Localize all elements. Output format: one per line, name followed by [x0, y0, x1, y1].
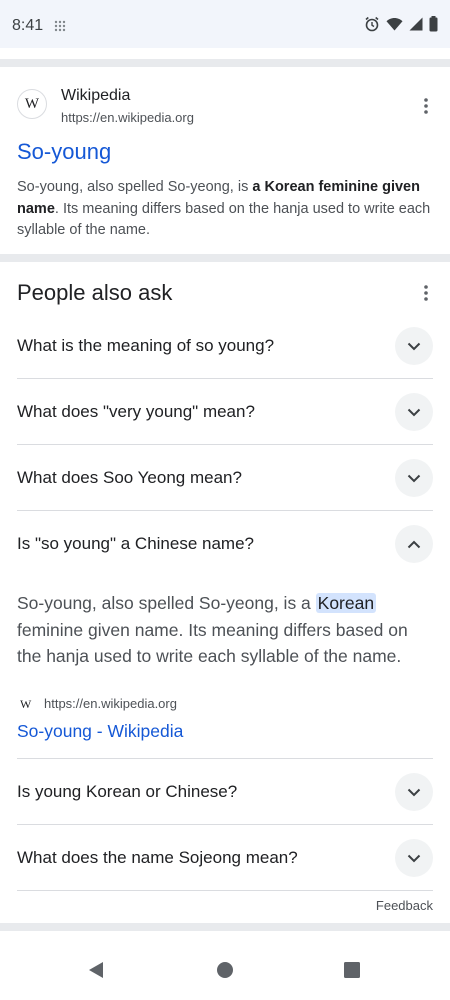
feedback-link[interactable]: Feedback [376, 898, 433, 913]
snippet-text: So-young, also spelled So-yeong, is [17, 179, 253, 195]
collapse-button[interactable] [395, 525, 433, 563]
source-url[interactable]: https://en.wikipedia.org [44, 696, 177, 711]
chevron-down-icon [407, 788, 421, 796]
status-bar: 8:41 [0, 0, 450, 48]
expand-button[interactable] [395, 773, 433, 811]
navigation-bar [0, 940, 450, 1000]
recents-square-icon [344, 962, 360, 978]
divider [0, 59, 450, 67]
divider [0, 923, 450, 931]
chevron-down-icon [407, 342, 421, 350]
chevron-down-icon [407, 854, 421, 862]
answer-snippet: So-young, also spelled So-yeong, is a Ko… [17, 590, 433, 670]
question-text[interactable]: Is young Korean or Chinese? [17, 759, 237, 825]
back-triangle-icon [89, 962, 103, 978]
recents-button[interactable] [340, 958, 364, 982]
status-time: 8:41 [12, 17, 44, 34]
home-button[interactable] [213, 958, 237, 982]
cell-signal-icon [409, 17, 423, 36]
question-item[interactable]: What does Soo Yeong mean? [17, 445, 433, 511]
question-text[interactable]: What does the name Sojeong mean? [17, 825, 298, 891]
wikipedia-logo-icon: W [20, 697, 32, 711]
people-also-ask-heading: People also ask [17, 280, 173, 305]
chevron-down-icon [407, 474, 421, 482]
snippet-text-end: . Its meaning differs based on the hanja… [17, 200, 431, 239]
chevron-down-icon [407, 408, 421, 416]
source-link[interactable]: So-young - Wikipedia [17, 721, 183, 742]
question-text[interactable]: Is "so young" a Chinese name? [17, 511, 254, 577]
back-button[interactable] [84, 958, 108, 982]
answer-text-end: feminine given name. Its meaning differs… [17, 619, 408, 667]
question-text[interactable]: What does "very young" mean? [17, 379, 255, 445]
wifi-icon [386, 17, 403, 36]
notification-dots-icon [54, 19, 66, 37]
question-item[interactable]: What does "very young" mean? [17, 379, 433, 445]
question-item[interactable]: Is young Korean or Chinese? [17, 759, 433, 825]
expand-button[interactable] [395, 839, 433, 877]
expand-button[interactable] [395, 327, 433, 365]
result-snippet: So-young, also spelled So-yeong, is a Ko… [17, 177, 433, 242]
question-item[interactable]: What does the name Sojeong mean? [17, 825, 433, 891]
wikipedia-logo-icon[interactable]: W [17, 89, 47, 119]
home-circle-icon [217, 962, 233, 978]
question-text[interactable]: What is the meaning of so young? [17, 313, 274, 379]
result-title-link[interactable]: So-young [17, 139, 111, 165]
question-item-expanded[interactable]: Is "so young" a Chinese name? [17, 511, 433, 577]
more-options-icon[interactable] [416, 283, 436, 303]
more-options-icon[interactable] [416, 96, 436, 116]
chevron-up-icon [407, 540, 421, 548]
battery-icon [429, 16, 438, 37]
expand-button[interactable] [395, 393, 433, 431]
question-text[interactable]: What does Soo Yeong mean? [17, 445, 242, 511]
site-url[interactable]: https://en.wikipedia.org [61, 110, 194, 125]
alarm-icon [364, 16, 380, 37]
answer-text: So-young, also spelled So-yeong, is a [17, 593, 316, 613]
divider [0, 254, 450, 262]
question-item[interactable]: What is the meaning of so young? [17, 313, 433, 379]
answer-highlight: Korean [315, 593, 377, 613]
site-name[interactable]: Wikipedia [61, 87, 130, 105]
expand-button[interactable] [395, 459, 433, 497]
